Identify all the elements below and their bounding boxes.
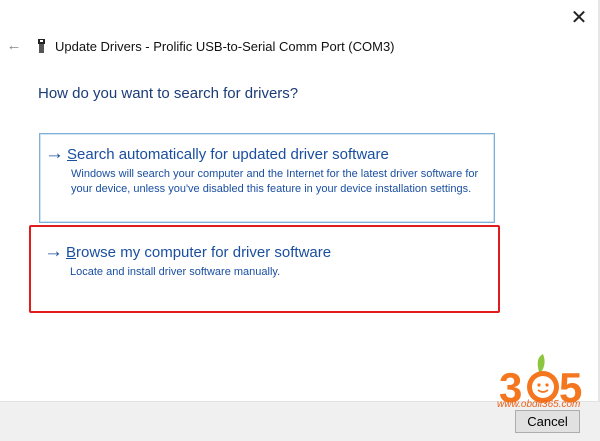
close-button[interactable]: ✕ xyxy=(566,4,592,30)
window-title: Update Drivers - Prolific USB-to-Serial … xyxy=(55,38,395,54)
option-description: Locate and install driver software manua… xyxy=(70,266,281,278)
browse-computer-option[interactable]: → Browse my computer for driver software… xyxy=(39,230,495,310)
watermark-url: www.obdii365.com xyxy=(497,399,581,410)
option-heading: → Browse my computer for driver software xyxy=(44,242,331,262)
close-icon: ✕ xyxy=(570,6,588,29)
option-title-text: rowse my computer for driver software xyxy=(76,243,332,261)
back-button[interactable]: ← xyxy=(6,36,22,54)
search-automatically-option[interactable]: → Search automatically for updated drive… xyxy=(39,133,495,223)
option-title-text: earch automatically for updated driver s… xyxy=(77,145,389,163)
usb-device-icon xyxy=(38,39,45,53)
option-title: Search automatically for updated driver … xyxy=(67,146,389,163)
option-heading: → Search automatically for updated drive… xyxy=(45,144,389,164)
mnemonic-letter: S xyxy=(67,145,78,163)
arrow-right-icon: → xyxy=(44,241,63,262)
option-description: Windows will search your computer and th… xyxy=(71,168,479,195)
option-title: Browse my computer for driver software xyxy=(66,244,331,261)
page-prompt: How do you want to search for drivers? xyxy=(38,85,299,102)
title-bar: Update Drivers - Prolific USB-to-Serial … xyxy=(38,36,395,56)
mnemonic-letter: B xyxy=(66,243,77,261)
arrow-right-icon: → xyxy=(45,143,64,164)
back-arrow-icon: ← xyxy=(6,36,22,54)
cancel-button[interactable]: Cancel xyxy=(515,410,580,433)
